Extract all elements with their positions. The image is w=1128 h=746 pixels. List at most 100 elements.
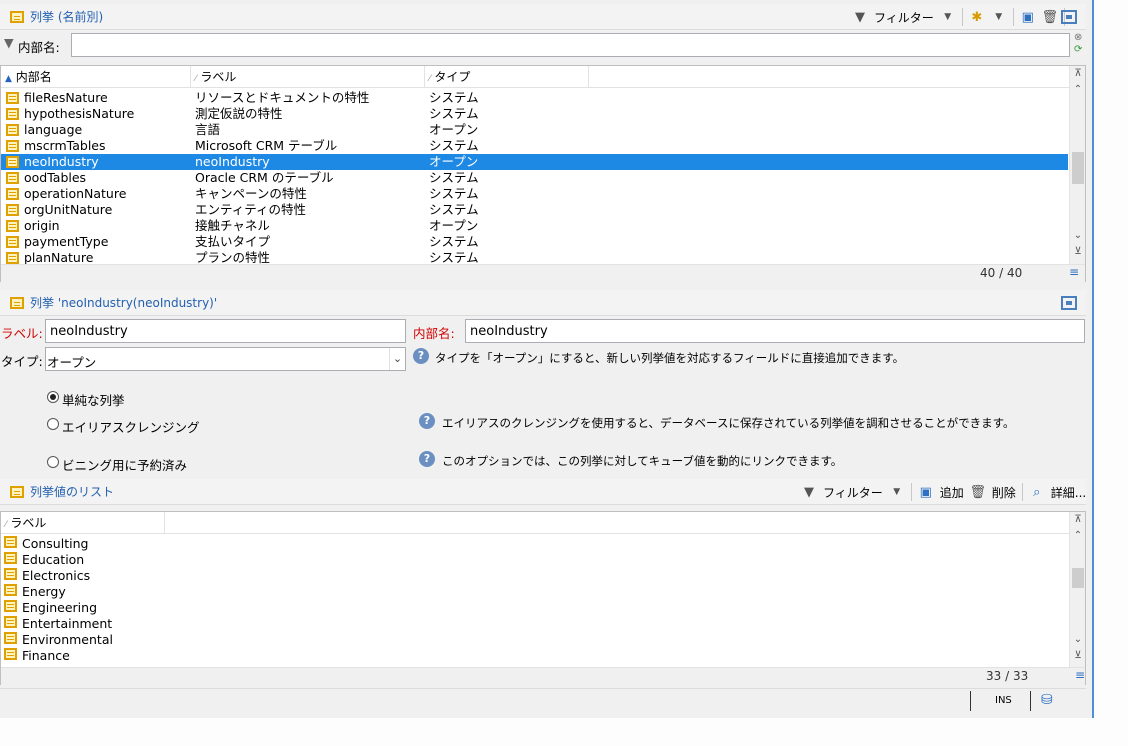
values-grid-scrollbar[interactable]: ⊼ ⌃ ⌄ ⊻ [1069, 512, 1085, 668]
toolbar-separator [961, 8, 963, 26]
cell-internal-name: hypothesisNature [1, 106, 191, 122]
help-icon[interactable]: ? [419, 413, 435, 429]
scroll-top-icon[interactable]: ⊼ [1070, 68, 1086, 79]
search-icon[interactable]: ⌕ [1029, 484, 1045, 500]
enum-icon [6, 172, 19, 184]
radio-binning[interactable] [47, 456, 59, 468]
column-header-type[interactable]: ⁄ タイプ [425, 66, 589, 87]
application-window: 列挙 (名前別) ▼ フィルター ▼ ✱ ▼ ▣ 🗑 ▼ 内部名: ⊗ ⟳ ▲ … [0, 0, 1094, 718]
cell-type: オープン [429, 122, 479, 137]
scroll-down-icon[interactable]: ⌄ [1070, 230, 1086, 241]
enum-icon [6, 220, 19, 232]
values-grid-footer: 33 / 33 ≡ [1, 667, 1085, 685]
list-item[interactable]: Entertainment [1, 616, 1068, 632]
table-row[interactable]: oodTables Oracle CRM のテーブル システム [1, 170, 1068, 186]
filter-button[interactable]: フィルター [874, 9, 934, 26]
radio-alias-cleansing[interactable] [47, 418, 59, 430]
column-header-value-label[interactable]: ⁄ ラベル [1, 512, 165, 533]
table-row[interactable]: operationNature キャンペーンの特性 システム [1, 186, 1068, 202]
values-grid: ⁄ ラベル Consulting Education Electronics Ener… [0, 511, 1086, 685]
cell-internal-name: origin [1, 218, 191, 234]
internal-name-field[interactable] [465, 319, 1085, 343]
table-row[interactable]: origin 接触チャネル オープン [1, 218, 1068, 234]
table-row[interactable]: orgUnitNature エンティティの特性 システム [1, 202, 1068, 218]
alias-help-text: エイリアスのクレンジングを使用すると、データベースに保存されている列挙値を調和さ… [442, 416, 1015, 430]
column-header-internal-name[interactable]: ▲ 内部名 [1, 66, 191, 87]
enum-icon [6, 252, 19, 264]
delete-button[interactable]: 削除 [992, 484, 1016, 501]
detail-button[interactable]: 詳細... [1051, 484, 1086, 501]
scroll-up-icon[interactable]: ⌃ [1070, 530, 1086, 541]
table-row[interactable]: language 言語 オープン [1, 122, 1068, 138]
label-field[interactable] [45, 319, 406, 343]
filter-icon[interactable]: ▼ [852, 9, 868, 25]
list-item[interactable]: Energy [1, 584, 1068, 600]
enum-icon [6, 188, 19, 200]
filter-dropdown-icon[interactable]: ▼ [940, 9, 956, 25]
value-label: Entertainment [22, 616, 113, 631]
cell-type: オープン [429, 218, 479, 233]
enum-list-title: 列挙 (名前別) [30, 10, 104, 24]
enum-value-icon [4, 600, 17, 612]
values-title: 列挙値のリスト [30, 485, 115, 499]
cell-label: 測定仮説の特性 [195, 106, 283, 121]
scroll-top-icon[interactable]: ⊼ [1070, 514, 1086, 525]
chevron-down-icon[interactable]: ⌄ [389, 348, 405, 370]
trash-icon[interactable]: 🗑 [1042, 9, 1059, 25]
gear-add-icon[interactable]: ✱ [969, 9, 985, 25]
cell-label: 支払いタイプ [195, 234, 271, 249]
maximize-icon[interactable] [1061, 10, 1077, 24]
enum-detail-title: 列挙 'neoIndustry(neoIndustry)' [30, 296, 218, 310]
new-enum-icon[interactable]: ▣ [1020, 9, 1036, 25]
add-button[interactable]: 追加 [940, 484, 964, 501]
scroll-bottom-icon[interactable]: ⊻ [1070, 650, 1086, 661]
clear-search-icon[interactable]: ⊗ [1074, 32, 1082, 43]
type-select[interactable]: オープン ⌄ [45, 347, 406, 371]
trash-icon[interactable]: 🗑 [970, 484, 987, 500]
cell-type: システム [429, 90, 479, 105]
add-icon[interactable]: ▣ [918, 484, 934, 500]
search-label: 内部名: [18, 40, 60, 55]
columns-menu-icon[interactable]: ≡ [1069, 265, 1079, 279]
scroll-thumb[interactable] [1072, 568, 1084, 588]
enum-icon [6, 124, 19, 136]
list-item[interactable]: Electronics [1, 568, 1068, 584]
row-name: origin [24, 218, 60, 233]
list-item[interactable]: Engineering [1, 600, 1068, 616]
refresh-icon[interactable]: ⟳ [1074, 44, 1082, 55]
binning-help-text: このオプションでは、この列挙に対してキューブ値を動的にリンクできます。 [442, 454, 843, 468]
scroll-thumb[interactable] [1072, 152, 1084, 184]
radio-alias-cleansing-label: エイリアスクレンジング [62, 420, 200, 435]
values-filter-button[interactable]: フィルター [823, 484, 883, 501]
scroll-down-icon[interactable]: ⌄ [1070, 634, 1086, 645]
row-name: language [24, 122, 83, 137]
help-icon[interactable]: ? [413, 348, 429, 364]
enum-value-icon [4, 648, 17, 660]
cell-type: オープン [429, 154, 479, 169]
radio-simple-enum[interactable] [47, 391, 59, 403]
gear-dropdown-icon[interactable]: ▼ [991, 9, 1007, 25]
row-name: oodTables [24, 170, 87, 185]
scroll-up-icon[interactable]: ⌃ [1070, 84, 1086, 95]
columns-menu-icon[interactable]: ≡ [1075, 668, 1085, 682]
table-row[interactable]: fileResNature リソースとドキュメントの特性 システム [1, 90, 1068, 106]
list-item[interactable]: Consulting [1, 536, 1068, 552]
filter-dropdown-icon[interactable]: ▼ [889, 484, 905, 500]
enum-value-icon [4, 568, 17, 580]
cell-internal-name: mscrmTables [1, 138, 191, 154]
list-item[interactable]: Education [1, 552, 1068, 568]
database-icon[interactable]: ⛁ [1041, 692, 1053, 708]
table-row[interactable]: mscrmTables Microsoft CRM テーブル システム [1, 138, 1068, 154]
enum-grid-scrollbar[interactable]: ⊼ ⌃ ⌄ ⊻ [1069, 66, 1085, 266]
list-item[interactable]: Finance [1, 648, 1068, 664]
help-icon[interactable]: ? [419, 451, 435, 467]
scroll-bottom-icon[interactable]: ⊻ [1070, 246, 1086, 257]
filter-icon[interactable]: ▼ [801, 484, 817, 500]
list-item[interactable]: Environmental [1, 632, 1068, 648]
table-row[interactable]: hypothesisNature 測定仮説の特性 システム [1, 106, 1068, 122]
table-row[interactable]: neoIndustry neoIndustry オープン [1, 154, 1068, 170]
table-row[interactable]: paymentType 支払いタイプ システム [1, 234, 1068, 250]
column-header-label[interactable]: ⁄ ラベル [191, 66, 425, 87]
search-input[interactable] [71, 33, 1070, 57]
maximize-icon[interactable] [1061, 296, 1077, 310]
